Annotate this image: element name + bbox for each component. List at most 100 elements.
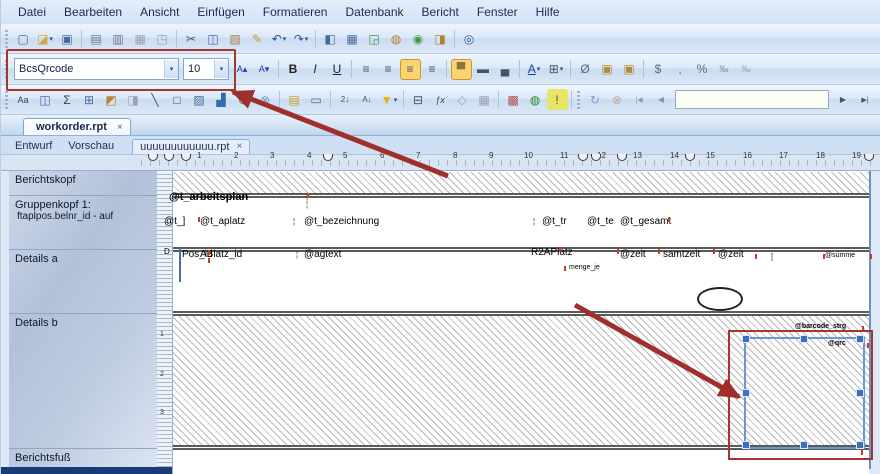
tab-report-uuu[interactable]: uuuuuuuuuuuu.rpt × — [132, 139, 250, 154]
database-expert-icon[interactable]: ▭ — [306, 89, 327, 110]
dropdown-caret-icon[interactable]: ▾ — [305, 35, 309, 43]
toolbar-grip[interactable] — [5, 91, 8, 109]
align-right-icon[interactable]: ≡ — [400, 59, 421, 80]
guidelines-icon[interactable]: ▦ — [474, 89, 495, 110]
insert-line-icon[interactable]: ╲ — [145, 89, 166, 110]
redo-icon[interactable]: ↷▾ — [291, 28, 312, 49]
font-color-icon[interactable]: A▾ — [524, 59, 545, 80]
nav-last-icon[interactable]: ▶| — [855, 89, 876, 110]
template-gallery-icon[interactable]: ◨ — [430, 28, 451, 49]
suppress-icon[interactable]: Ø — [575, 59, 596, 80]
find-icon[interactable]: ◎ — [459, 28, 480, 49]
open-icon[interactable]: ◪▾ — [35, 28, 56, 49]
toolbar-grip[interactable] — [577, 91, 580, 109]
insert-chart-icon[interactable]: ▟ — [211, 89, 232, 110]
lock-format-icon[interactable]: ▣ — [597, 59, 618, 80]
menu-item[interactable]: Formatieren — [254, 2, 337, 22]
menu-item[interactable]: Bericht — [413, 2, 468, 22]
menu-item[interactable]: Datei — [9, 2, 55, 22]
vertical-ruler[interactable] — [157, 171, 173, 474]
section-berichtskopf[interactable]: Berichtskopf — [9, 171, 157, 196]
performance-information-icon[interactable]: ! — [547, 89, 568, 110]
save-icon[interactable]: ▣ — [57, 28, 78, 49]
decrease-decimals-icon[interactable]: ‰ — [736, 59, 757, 80]
band-berichtskopf[interactable] — [173, 172, 869, 193]
italic-icon[interactable]: I — [305, 59, 326, 80]
record-sort-expert-icon[interactable]: A↓ — [357, 89, 378, 110]
borders-icon[interactable]: ⊞▾ — [546, 59, 567, 80]
formula-workshop-icon[interactable]: ƒx — [430, 89, 451, 110]
report-wizard-icon[interactable]: ◍ — [386, 28, 407, 49]
percent-icon[interactable]: % — [692, 59, 713, 80]
decrease-font-icon[interactable]: A▾ — [254, 59, 275, 80]
tab-entwurf[interactable]: Entwurf — [7, 138, 60, 154]
insert-summary-icon[interactable]: Σ — [57, 89, 78, 110]
increase-decimals-icon[interactable]: ‰ — [714, 59, 735, 80]
underline-icon[interactable]: U — [327, 59, 348, 80]
print-icon[interactable]: ▤ — [86, 28, 107, 49]
stop-icon[interactable]: ⊗ — [607, 89, 628, 110]
map-expert-icon[interactable]: ◍ — [525, 89, 546, 110]
align-left-icon[interactable]: ≡ — [356, 59, 377, 80]
band-details-a[interactable] — [173, 252, 869, 311]
section-details-a[interactable]: Details a — [9, 250, 157, 314]
toolbar-grip[interactable] — [5, 30, 8, 48]
dropdown-caret-icon[interactable]: ▾ — [49, 35, 53, 43]
insert-ole-object-icon[interactable]: ◨ — [123, 89, 144, 110]
new-report-icon[interactable]: ▢ — [13, 28, 34, 49]
valign-top-icon[interactable]: ▀ — [451, 59, 472, 80]
close-tab-icon[interactable]: × — [117, 122, 123, 133]
currency-icon[interactable]: $ — [648, 59, 669, 80]
tab-workorder-rpt[interactable]: workorder.rpt × — [23, 118, 131, 135]
page-setup-icon[interactable]: ◳ — [152, 28, 173, 49]
add-to-workbench-icon[interactable]: ◲ — [364, 28, 385, 49]
horizontal-ruler[interactable] — [1, 155, 880, 171]
section-details-b[interactable]: Details b — [9, 314, 157, 449]
tab-vorschau[interactable]: Vorschau — [60, 138, 122, 154]
copy-icon[interactable]: ◫ — [203, 28, 224, 49]
dropdown-caret-icon[interactable]: ▾ — [537, 65, 541, 73]
group-sort-expert-icon[interactable]: 2↓ — [335, 89, 356, 110]
align-justify-icon[interactable]: ≡ — [422, 59, 443, 80]
align-center-icon[interactable]: ≡ — [378, 59, 399, 80]
section-gruppenkopf[interactable]: Gruppenkopf 1: ftaplpos.belnr_id - auf — [9, 196, 157, 250]
page-number-box[interactable] — [675, 90, 829, 109]
field-explorer-icon[interactable]: ▦ — [342, 28, 363, 49]
undo-icon[interactable]: ↶▾ — [269, 28, 290, 49]
chart-expert-icon[interactable]: ▩ — [503, 89, 524, 110]
menu-item[interactable]: Bearbeiten — [55, 2, 131, 22]
menu-item[interactable]: Hilfe — [527, 2, 569, 22]
database-fields-icon[interactable]: ▤ — [284, 89, 305, 110]
highlighting-expert-icon[interactable]: ◇ — [452, 89, 473, 110]
menu-item[interactable]: Einfügen — [188, 2, 253, 22]
export-icon[interactable]: ▦ — [130, 28, 151, 49]
insert-field-icon[interactable]: ◫ — [35, 89, 56, 110]
lock-size-position-icon[interactable]: ▣ — [619, 59, 640, 80]
insert-crosstab-icon[interactable]: ⊞ — [79, 89, 100, 110]
refresh-icon[interactable]: ↻ — [585, 89, 606, 110]
insert-text-object-icon[interactable]: Aa — [13, 89, 34, 110]
dropdown-caret-icon[interactable]: ▾ — [560, 65, 564, 73]
nav-previous-icon[interactable]: ◀ — [651, 89, 672, 110]
menu-item[interactable]: Fenster — [468, 2, 527, 22]
close-tab-icon[interactable]: × — [236, 141, 242, 153]
bold-icon[interactable]: B — [283, 59, 304, 80]
print-preview-icon[interactable]: ▥ — [108, 28, 129, 49]
select-expert-icon[interactable]: ▼▾ — [379, 89, 400, 110]
oval-object[interactable] — [697, 287, 743, 311]
dependency-checker-icon[interactable]: ◉ — [408, 28, 429, 49]
insert-map-icon[interactable]: ⊕ — [233, 89, 254, 110]
menu-item[interactable]: Ansicht — [131, 2, 188, 22]
nav-next-icon[interactable]: ▶ — [833, 89, 854, 110]
cut-icon[interactable]: ✂ — [181, 28, 202, 49]
dropdown-caret-icon[interactable]: ▾ — [283, 35, 287, 43]
section-expert-icon[interactable]: ⊟ — [408, 89, 429, 110]
format-painter-icon[interactable]: ✎ — [247, 28, 268, 49]
valign-bottom-icon[interactable]: ▄ — [495, 59, 516, 80]
menu-item[interactable]: Datenbank — [336, 2, 412, 22]
insert-picture-icon[interactable]: ▨ — [189, 89, 210, 110]
dropdown-caret-icon[interactable]: ▾ — [394, 96, 398, 104]
nav-first-icon[interactable]: |◀ — [629, 89, 650, 110]
valign-middle-icon[interactable]: ▬ — [473, 59, 494, 80]
report-explorer-icon[interactable]: ◧ — [320, 28, 341, 49]
